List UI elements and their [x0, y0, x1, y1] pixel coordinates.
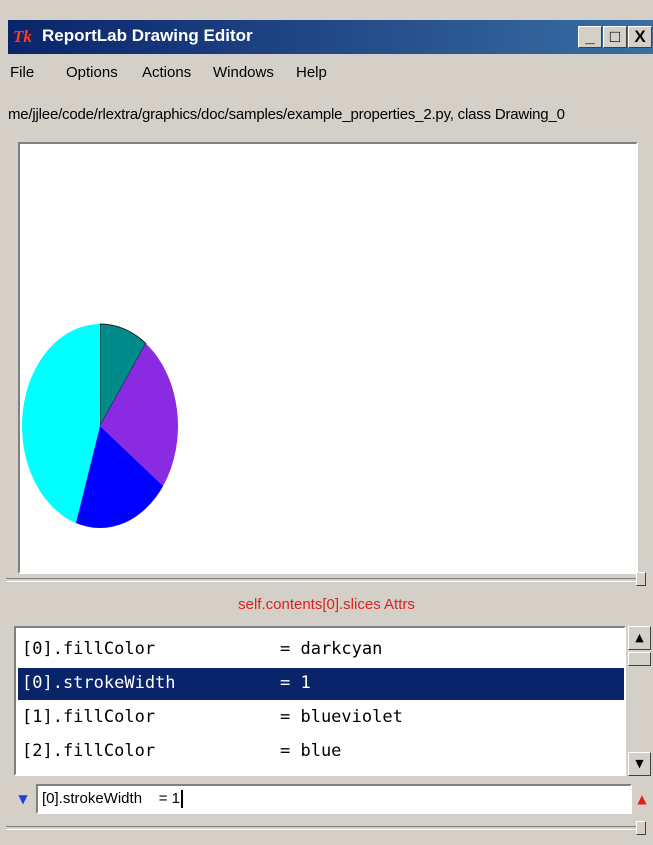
arrow-up-icon[interactable]: ▲ — [633, 788, 651, 810]
attr-edit-field[interactable]: [0].strokeWidth = 1 — [36, 784, 632, 814]
file-path-label: me/jjlee/code/rlextra/graphics/doc/sampl… — [8, 106, 565, 123]
app-window: Tk ReportLab Drawing Editor _ □ X File O… — [0, 0, 653, 845]
attr-value: = darkcyan — [280, 639, 383, 659]
scroll-up-icon[interactable]: ▲ — [628, 626, 651, 650]
scroll-thumb[interactable] — [628, 652, 651, 666]
attr-row[interactable]: [0].fillColor = darkcyan — [18, 634, 624, 666]
attr-key: [0].strokeWidth — [22, 673, 176, 693]
minimize-button[interactable]: _ — [578, 26, 602, 48]
drawing-canvas[interactable] — [18, 142, 638, 574]
maximize-button[interactable]: □ — [603, 26, 627, 48]
attr-value: = blueviolet — [280, 707, 403, 727]
menu-options[interactable]: Options — [66, 64, 118, 81]
attr-key: [2].fillColor — [22, 741, 156, 761]
scroll-down-icon[interactable]: ▼ — [628, 752, 651, 776]
attr-value: = 1 — [280, 673, 311, 693]
attrs-scrollbar[interactable]: ▲ ▼ — [628, 626, 653, 776]
menu-bar: File Options Actions Windows Help — [8, 60, 653, 88]
file-path-bar: me/jjlee/code/rlextra/graphics/doc/sampl… — [6, 96, 653, 132]
attrs-listbox[interactable]: [0].fillColor = darkcyan [0].strokeWidth… — [14, 626, 626, 776]
bottom-divider — [6, 826, 644, 830]
window-title: ReportLab Drawing Editor — [42, 26, 253, 45]
menu-file[interactable]: File — [10, 64, 34, 81]
attr-row-selected[interactable]: [0].strokeWidth = 1 — [18, 668, 624, 700]
attr-value: = blue — [280, 741, 342, 761]
arrow-down-icon[interactable]: ▼ — [14, 788, 32, 810]
menu-windows[interactable]: Windows — [213, 64, 274, 81]
attr-key: [1].fillColor — [22, 707, 156, 727]
pie-chart — [22, 323, 178, 528]
attrs-heading: self.contents[0].slices Attrs — [238, 596, 415, 613]
tk-app-icon: Tk — [13, 27, 32, 46]
close-button[interactable]: X — [628, 26, 652, 48]
edit-row: ▼ [0].strokeWidth = 1 ▲ — [14, 782, 653, 816]
menu-help[interactable]: Help — [296, 64, 327, 81]
menu-actions[interactable]: Actions — [142, 64, 191, 81]
attr-key: [0].fillColor — [22, 639, 156, 659]
attr-row[interactable]: [1].fillColor = blueviolet — [18, 702, 624, 734]
attr-row[interactable]: [2].fillColor = blue — [18, 736, 624, 768]
bottom-sash-handle[interactable] — [636, 821, 646, 835]
title-bar[interactable]: Tk ReportLab Drawing Editor _ □ X — [8, 20, 653, 54]
pane-divider — [6, 578, 644, 582]
pane-sash-handle[interactable] — [636, 572, 646, 586]
